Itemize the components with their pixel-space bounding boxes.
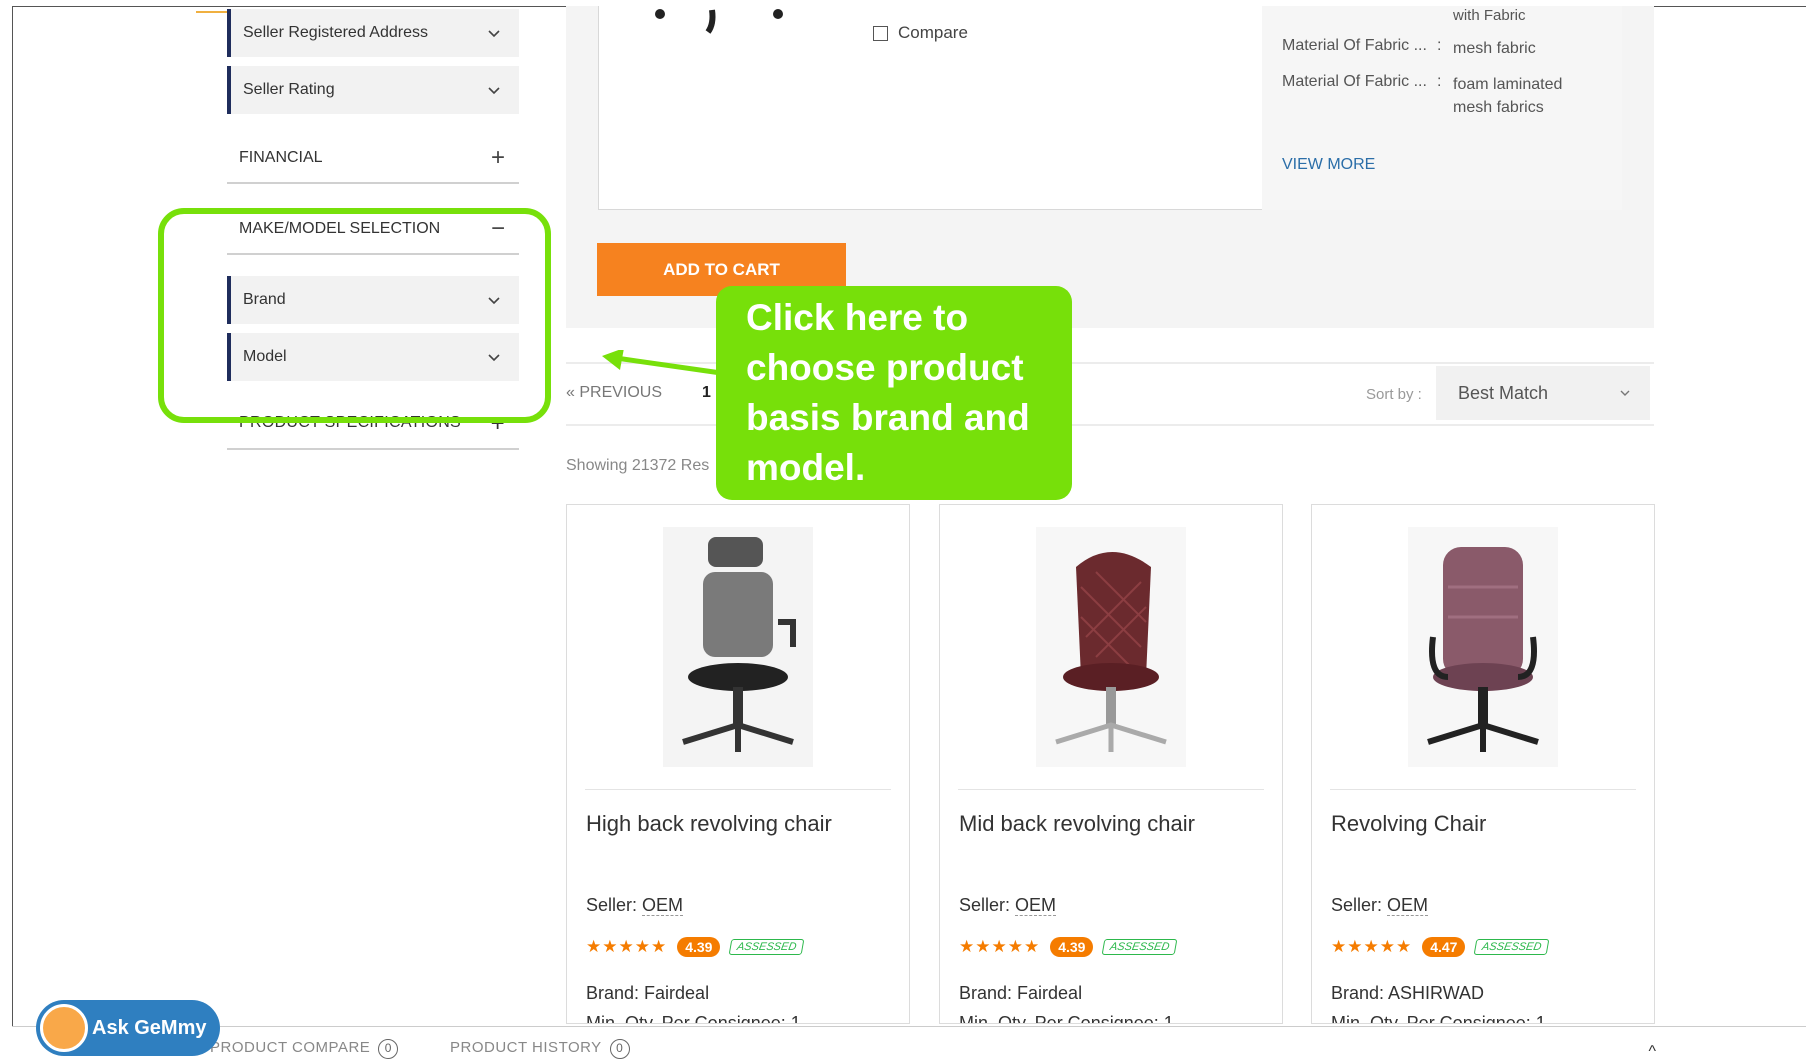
product-card[interactable]: Mid back revolving chair Seller: OEM ★★★… <box>939 504 1283 1024</box>
rating-badge: 4.39 <box>1050 937 1094 957</box>
rating-badge: 4.39 <box>677 937 721 957</box>
arrow-left-icon <box>602 350 729 377</box>
product-min-qty: Min. Qty. Per Consignee: 1 <box>959 1013 1174 1024</box>
ask-gemmy-button[interactable]: Ask GeMmy <box>36 1000 220 1056</box>
assessed-badge: ASSESSED <box>1474 939 1551 955</box>
bottom-bar: PRODUCT COMPARE 0 PRODUCT HISTORY 0 ^ <box>12 1026 1806 1060</box>
sort-value: Best Match <box>1458 382 1549 403</box>
assessed-badge: ASSESSED <box>1102 939 1179 955</box>
filter-seller-registered-address[interactable]: Seller Registered Address <box>227 9 519 57</box>
star-rating-icon: ★★★★★ <box>959 937 1041 956</box>
rating-badge: 4.47 <box>1422 937 1466 957</box>
seller-label: Seller: <box>959 895 1011 915</box>
filter-seller-rating[interactable]: Seller Rating <box>227 66 519 114</box>
product-image <box>655 9 783 34</box>
seller-label: Seller: <box>1331 895 1383 915</box>
spec-row: with Fabric <box>1282 4 1583 27</box>
spec-separator <box>1437 4 1453 27</box>
callout-line: basis brand and <box>746 397 1030 438</box>
product-title[interactable]: Mid back revolving chair <box>959 811 1195 837</box>
chevron-down-icon <box>488 30 500 38</box>
product-image <box>1408 527 1558 767</box>
spec-key <box>1282 4 1437 27</box>
product-title[interactable]: Revolving Chair <box>1331 811 1486 837</box>
spec-row: Material Of Fabric ... : foam laminated … <box>1282 73 1583 119</box>
callout-tooltip: Click here to choose product basis brand… <box>716 286 1072 500</box>
product-brand: Brand: ASHIRWAD <box>1331 983 1485 1003</box>
product-min-qty: Min. Qty. Per Consignee: 1 <box>1331 1013 1546 1024</box>
section-financial[interactable]: FINANCIAL + <box>227 134 519 184</box>
star-rating-icon: ★★★★★ <box>586 937 668 956</box>
chevron-down-icon <box>488 87 500 95</box>
sort-label: Sort by : <box>1366 386 1422 403</box>
product-card[interactable]: High back revolving chair Seller: OEM ★★… <box>566 504 910 1024</box>
product-image <box>663 527 813 767</box>
product-rating: ★★★★★ 4.39 ASSESSED <box>586 937 806 957</box>
checkbox-icon[interactable] <box>873 25 888 41</box>
highlight-box <box>158 208 551 423</box>
spec-row: Material Of Fabric ... : mesh fabric <box>1282 37 1583 60</box>
filter-label: Seller Rating <box>243 81 335 98</box>
seller-label: Seller: <box>586 895 638 915</box>
page-number[interactable]: 1 <box>702 384 711 402</box>
sort-select[interactable]: Best Match <box>1436 366 1650 420</box>
callout-line: model. <box>746 447 866 488</box>
card-divider <box>958 789 1264 790</box>
product-history-label: PRODUCT HISTORY <box>450 1039 602 1056</box>
spec-separator: : <box>1437 73 1442 90</box>
spec-value: mesh fabric <box>1453 40 1536 57</box>
product-card[interactable]: Revolving Chair Seller: OEM ★★★★★ 4.47 A… <box>1311 504 1655 1024</box>
card-divider <box>585 789 891 790</box>
view-more-link[interactable]: VIEW MORE <box>1282 156 1375 174</box>
product-compare-label: PRODUCT COMPARE <box>210 1039 371 1056</box>
product-image <box>1036 527 1186 767</box>
ask-gemmy-label: Ask GeMmy <box>92 1016 207 1039</box>
card-divider <box>1330 789 1636 790</box>
callout-line: Click here to <box>746 297 969 338</box>
product-brand: Brand: Fairdeal <box>959 983 1083 1003</box>
product-history-count: 0 <box>609 1039 630 1059</box>
product-history-link[interactable]: PRODUCT HISTORY 0 <box>450 1039 630 1059</box>
seller-name[interactable]: OEM <box>1015 895 1057 916</box>
callout-line: choose product <box>746 347 1024 388</box>
filter-label: Seller Registered Address <box>243 24 428 41</box>
compare-label: Compare <box>898 23 968 42</box>
seller-name[interactable]: OEM <box>642 895 684 916</box>
plus-icon: + <box>490 144 505 171</box>
spec-separator: : <box>1437 37 1442 54</box>
spec-key: Material Of Fabric ... <box>1282 73 1427 90</box>
section-label: FINANCIAL <box>239 149 323 166</box>
product-seller: Seller: OEM <box>586 895 684 916</box>
product-seller: Seller: OEM <box>959 895 1057 916</box>
seller-name[interactable]: OEM <box>1387 895 1429 916</box>
spec-value: foam laminated mesh fabrics <box>1453 76 1563 116</box>
star-rating-icon: ★★★★★ <box>1331 937 1413 956</box>
product-title[interactable]: High back revolving chair <box>586 811 832 837</box>
spec-key: Material Of Fabric ... <box>1282 37 1427 54</box>
results-count: Showing 21372 Res <box>566 457 710 474</box>
product-rating: ★★★★★ 4.39 ASSESSED <box>959 937 1179 957</box>
product-seller: Seller: OEM <box>1331 895 1429 916</box>
caret-up-icon[interactable]: ^ <box>1648 1043 1656 1060</box>
assistant-avatar-icon <box>40 1004 88 1052</box>
product-compare-link[interactable]: PRODUCT COMPARE 0 <box>210 1039 399 1059</box>
product-compare-count: 0 <box>378 1039 399 1059</box>
chevron-down-icon <box>1620 390 1630 396</box>
spec-value: with Fabric <box>1453 7 1526 24</box>
product-min-qty: Min. Qty. Per Consignee: 1 <box>586 1013 801 1024</box>
product-rating: ★★★★★ 4.47 ASSESSED <box>1331 937 1551 957</box>
assessed-badge: ASSESSED <box>729 939 806 955</box>
compare-checkbox[interactable]: Compare <box>873 23 968 43</box>
product-brand: Brand: Fairdeal <box>586 983 710 1003</box>
previous-page-link[interactable]: « PREVIOUS <box>566 384 662 402</box>
